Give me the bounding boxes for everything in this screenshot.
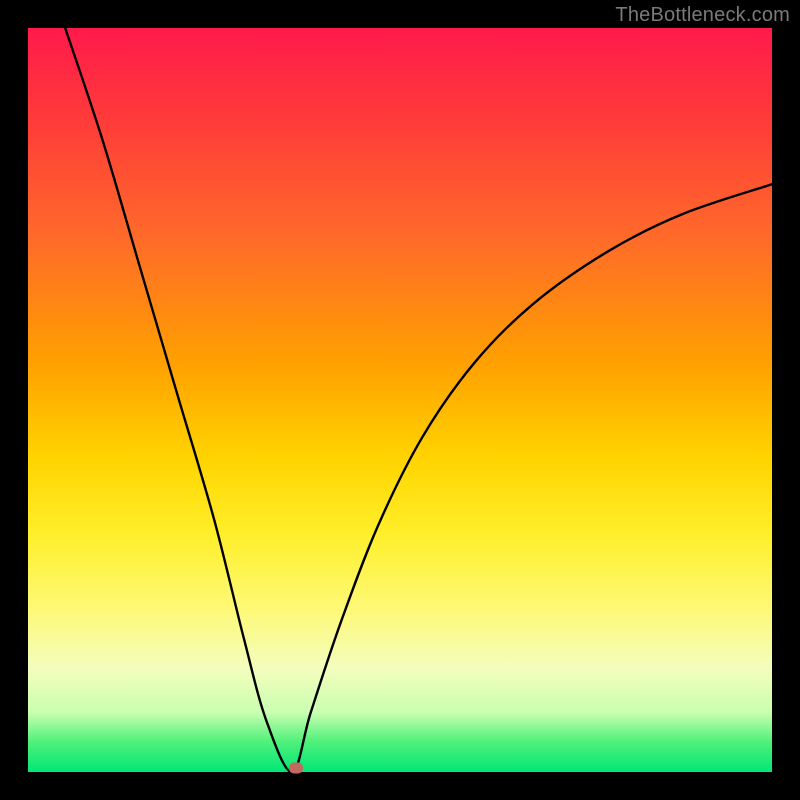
optimum-marker bbox=[289, 763, 303, 774]
bottleneck-curve bbox=[28, 28, 772, 772]
watermark-text: TheBottleneck.com bbox=[615, 4, 790, 27]
plot-area bbox=[28, 28, 772, 772]
chart-frame: TheBottleneck.com bbox=[0, 0, 800, 800]
